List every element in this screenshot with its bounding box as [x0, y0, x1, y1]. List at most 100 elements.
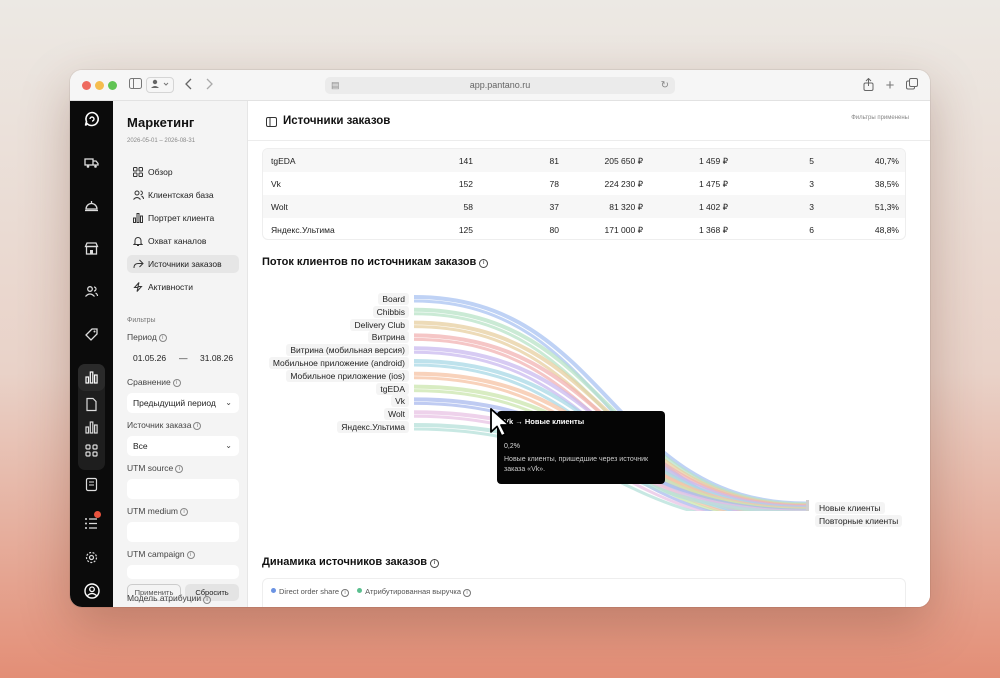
site-settings-icon[interactable]: ▤: [331, 77, 340, 94]
forward-icon[interactable]: [204, 78, 214, 93]
delivery-truck-icon[interactable]: [78, 149, 105, 176]
marketing-analytics-icon[interactable]: [78, 364, 105, 391]
tabs-overview-icon[interactable]: [906, 78, 918, 93]
nav-customer-base[interactable]: Клиентская база: [127, 186, 239, 204]
order-source-value: Все: [133, 441, 148, 451]
bell-icon: [133, 237, 143, 246]
chevron-down-icon: ⌄: [225, 441, 232, 450]
sankey-target-node[interactable]: [806, 500, 809, 511]
nav-overview[interactable]: Обзор: [127, 163, 239, 181]
grid-icon: [133, 167, 143, 177]
nav-label: Обзор: [148, 167, 173, 177]
address-url: app.pantano.ru: [469, 80, 531, 90]
sidebar-toggle-icon[interactable]: [128, 78, 142, 93]
nav-customer-portrait[interactable]: Портрет клиента: [127, 209, 239, 227]
close-window-button[interactable]: [82, 81, 91, 90]
sankey-source-label[interactable]: Мобильное приложение (ios): [286, 369, 409, 382]
share-icon[interactable]: [862, 77, 874, 93]
order-source-select[interactable]: Все ⌄: [127, 436, 239, 456]
nav-label: Источники заказов: [148, 259, 222, 269]
promo-tag-icon[interactable]: [78, 321, 105, 348]
table-row[interactable]: Яндекс.Ультима 125 80 171 000 ₽ 1 368 ₽ 6 48,8…: [263, 218, 905, 239]
maximize-window-button[interactable]: [108, 81, 117, 90]
period-from[interactable]: 01.05.26: [133, 353, 166, 363]
customers-icon[interactable]: [78, 278, 105, 305]
table-cell-c2: 80: [549, 225, 559, 235]
compare-label-text: Сравнение: [127, 377, 171, 387]
table-row[interactable]: Vk 152 78 224 230 ₽ 1 475 ₽ 3 38,5%: [263, 172, 905, 195]
sankey-source-label[interactable]: Wolt: [384, 408, 409, 421]
utm-campaign-label-text: UTM campaign: [127, 549, 185, 559]
section-sidebar: Маркетинг 2026-05-01 – 2026-08-31 Обзор …: [113, 101, 248, 607]
service-bell-icon[interactable]: [78, 192, 105, 219]
nav-activities[interactable]: Активности: [127, 278, 239, 296]
sankey-source-label[interactable]: Board: [378, 293, 409, 305]
period-range-field[interactable]: 01.05.26 — 31.08.26: [127, 348, 239, 368]
table-cell-source: tgEDA: [271, 156, 296, 166]
nav-order-sources[interactable]: Источники заказов: [127, 255, 239, 273]
table-cell-c1: 125: [458, 225, 473, 235]
compare-select[interactable]: Предыдущий период ⌄: [127, 393, 239, 413]
profile-menu-icon[interactable]: [146, 77, 174, 93]
reload-icon[interactable]: ↻: [661, 77, 669, 94]
utm-medium-input[interactable]: [127, 522, 239, 542]
page-title: Источники заказов: [283, 115, 391, 127]
sankey-title: Поток клиентов по источникам заказов i: [262, 256, 489, 268]
address-bar[interactable]: ▤ app.pantano.ru ↻: [325, 77, 675, 94]
info-icon[interactable]: i: [158, 334, 167, 342]
filters-status: Фильтры применены: [851, 115, 909, 121]
table-cell-revenue: 224 230 ₽: [604, 179, 644, 189]
utm-campaign-input[interactable]: [127, 565, 239, 579]
order-source-label: Источник заказа i: [127, 420, 202, 430]
utm-source-input[interactable]: [127, 479, 239, 499]
tooltip-value: 0,2%: [504, 443, 520, 450]
nav-label: Охват каналов: [148, 236, 207, 246]
info-icon[interactable]: i: [175, 465, 184, 473]
notes-icon[interactable]: [78, 471, 105, 498]
app-logo[interactable]: [78, 105, 105, 132]
panel-toggle-icon[interactable]: [266, 117, 277, 127]
sankey-source-label[interactable]: Витрина: [367, 331, 409, 344]
minimize-window-button[interactable]: [95, 81, 104, 90]
table-row[interactable]: tgEDA 141 81 205 650 ₽ 1 459 ₽ 5 40,7%: [263, 149, 905, 172]
users-icon: [133, 190, 144, 200]
period-to[interactable]: 31.08.26: [200, 348, 233, 368]
user-profile-icon[interactable]: [78, 577, 105, 604]
info-icon[interactable]: i: [479, 259, 489, 268]
compare-label: Сравнение i: [127, 377, 181, 387]
table-row[interactable]: Wolt 58 37 81 320 ₽ 1 402 ₽ 3 51,3%: [263, 195, 905, 218]
new-tab-icon[interactable]: +: [884, 78, 896, 93]
tooltip-title: Vk → Новые клиенты: [504, 417, 585, 426]
sankey-target-label[interactable]: Повторные клиенты: [815, 515, 903, 527]
info-icon[interactable]: i: [203, 596, 212, 604]
info-icon[interactable]: i: [193, 422, 202, 430]
table-cell-share: 40,7%: [874, 156, 899, 166]
store-icon[interactable]: [78, 235, 105, 262]
info-icon[interactable]: i: [430, 559, 440, 568]
table-cell-c1: 152: [458, 179, 473, 189]
main-content: Источники заказов Фильтры применены tgED…: [248, 101, 930, 607]
table-cell-avg: 1 402 ₽: [698, 202, 728, 212]
sankey-source-label[interactable]: Chibbis: [372, 305, 409, 318]
info-icon[interactable]: i: [186, 551, 195, 559]
period-separator: —: [179, 353, 188, 363]
table-cell-avg: 1 475 ₽: [698, 179, 728, 189]
info-icon[interactable]: i: [180, 508, 189, 516]
settings-gear-icon[interactable]: [78, 544, 105, 571]
sankey-source-label[interactable]: Vk: [391, 395, 409, 408]
bolt-icon: [133, 282, 143, 292]
chevron-down-icon: ⌄: [225, 398, 232, 407]
table-cell-share: 51,3%: [874, 202, 899, 212]
nav-channel-reach[interactable]: Охват каналов: [127, 232, 239, 250]
sankey-source-label[interactable]: Delivery Club: [350, 318, 409, 331]
sankey-source-label[interactable]: Мобильное приложение (android): [268, 357, 409, 369]
sankey-source-label[interactable]: Витрина (мобильная версия): [286, 344, 409, 357]
sankey-source-label[interactable]: tgEDA: [376, 382, 409, 395]
info-icon[interactable]: i: [172, 379, 181, 387]
sankey-source-label[interactable]: Яндекс.Ультима: [337, 421, 409, 433]
browser-window: ▤ app.pantano.ru ↻ + Маркетинг 2026-05-0…: [70, 70, 930, 607]
sankey-target-label[interactable]: Новые клиенты: [815, 502, 885, 514]
date-range: 2026-05-01 – 2026-08-31: [127, 138, 196, 144]
grid-icon[interactable]: [78, 437, 105, 464]
back-icon[interactable]: [184, 78, 194, 93]
